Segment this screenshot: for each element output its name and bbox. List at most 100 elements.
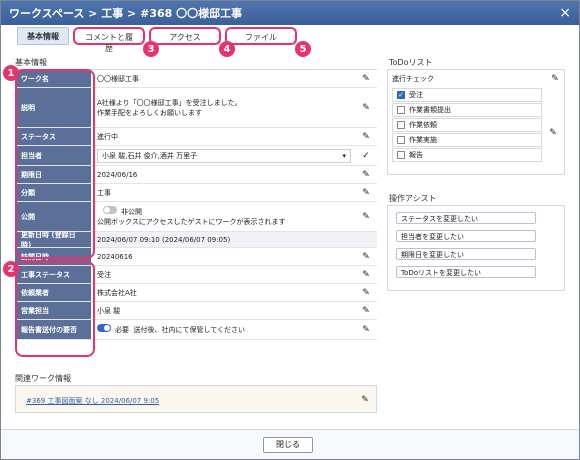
todo-item[interactable]: 報告 bbox=[392, 148, 542, 162]
todo-item[interactable]: ✓ 受注 bbox=[392, 88, 542, 102]
titlebar: ワークスペース > 工事 > #368 〇〇様邸工事 × bbox=[1, 1, 579, 25]
assist-heading: 操作アシスト bbox=[389, 194, 437, 203]
row-contractor: 依頼業者 株式会社A社 ✎ bbox=[15, 284, 377, 302]
badge-2: 2 bbox=[3, 261, 19, 277]
edit-icon[interactable]: ✎ bbox=[361, 270, 371, 280]
assist-button[interactable]: ステータスを変更したい bbox=[396, 212, 536, 224]
report-toggle[interactable] bbox=[97, 324, 111, 332]
todo-label: 受注 bbox=[409, 91, 423, 99]
todo-item[interactable]: 作業依頼 bbox=[392, 118, 542, 132]
value-work-name: 〇〇様邸工事 bbox=[97, 74, 139, 83]
row-work-name: ワーク名 〇〇様邸工事 ✎ bbox=[15, 70, 377, 88]
todo-label: 報告 bbox=[409, 151, 423, 159]
window-title: ワークスペース > 工事 > #368 〇〇様邸工事 bbox=[9, 7, 243, 20]
tab-comments[interactable]: コメントと履歴 bbox=[73, 27, 145, 53]
label-work-name: ワーク名 bbox=[15, 70, 91, 87]
public-note: 公開ボックスにアクセスしたゲストにワークが表示されます bbox=[97, 218, 286, 226]
chevron-down-icon: ▾ bbox=[342, 151, 346, 160]
value-due-date: 2024/06/16 bbox=[97, 170, 138, 179]
checkbox-icon[interactable] bbox=[397, 151, 405, 159]
tab-basic[interactable]: 基本情報 bbox=[17, 27, 69, 45]
edit-icon[interactable]: ✎ bbox=[548, 128, 558, 138]
row-description: 説明 A社様より「〇〇様邸工事」を受注しました。 作業手配をよろしくお願いします ✎ bbox=[15, 88, 377, 128]
tab-access[interactable]: アクセス bbox=[149, 27, 221, 45]
assignee-select[interactable]: 小泉 駿,石井 俊介,酒井 万里子 ▾ bbox=[97, 148, 351, 163]
edit-icon[interactable]: ✎ bbox=[361, 188, 371, 198]
row-status: ステータス 進行中 ✎ bbox=[15, 128, 377, 146]
label-category: 分類 bbox=[15, 184, 91, 201]
badge-4: 4 bbox=[219, 41, 235, 57]
value-public: 非公開 bbox=[121, 208, 142, 216]
badge-1: 1 bbox=[3, 65, 19, 81]
label-status: ステータス bbox=[15, 128, 91, 145]
related-link[interactable]: #369 工事図面案 なし 2024/06/07 9:05 bbox=[26, 396, 159, 406]
value-description-2: 作業手配をよろしくお願いします bbox=[97, 108, 202, 117]
assist-button[interactable]: 期限日を変更したい bbox=[396, 248, 536, 260]
label-construction-status: 工事ステータス bbox=[15, 266, 91, 283]
assist-panel: ステータスを変更したい 担当者を変更したい 期限日を変更したい ToDoリストを… bbox=[387, 205, 565, 291]
edit-icon[interactable]: ✎ bbox=[361, 170, 371, 180]
edit-icon[interactable]: ✎ bbox=[361, 306, 371, 316]
row-due-date: 期限日 2024/06/16 ✎ bbox=[15, 166, 377, 184]
todo-item[interactable]: 作業実施 bbox=[392, 133, 542, 147]
checkbox-icon[interactable] bbox=[397, 136, 405, 144]
row-updated: 更新日時 (登録日時) 2024/06/07 09:10 (2024/06/07… bbox=[15, 231, 377, 249]
related-heading: 関連ワーク情報 bbox=[15, 374, 71, 383]
edit-icon[interactable]: ✎ bbox=[361, 74, 371, 84]
row-visit-date: 訪問日時 20240616 ✎ bbox=[15, 248, 377, 266]
badge-5: 5 bbox=[295, 41, 311, 57]
edit-icon[interactable]: ✎ bbox=[550, 74, 560, 84]
work-detail-window: ワークスペース > 工事 > #368 〇〇様邸工事 × 基本情報 コメントと履… bbox=[0, 0, 580, 460]
tab-files[interactable]: ファイル bbox=[225, 27, 297, 45]
basic-heading: 基本情報 bbox=[15, 58, 47, 67]
edit-icon[interactable]: ✎ bbox=[361, 103, 371, 113]
value-contractor: 株式会社A社 bbox=[97, 288, 137, 297]
todo-item[interactable]: 作業書類提出 bbox=[392, 103, 542, 117]
label-contractor: 依頼業者 bbox=[15, 284, 91, 301]
value-visit-date: 20240616 bbox=[97, 252, 133, 261]
close-icon[interactable]: × bbox=[559, 5, 571, 21]
basic-form: ワーク名 〇〇様邸工事 ✎ 説明 A社様より「〇〇様邸工事」を受注しました。 作業手… bbox=[15, 69, 377, 340]
edit-icon[interactable]: ✎ bbox=[361, 252, 371, 262]
public-toggle[interactable] bbox=[103, 206, 117, 214]
label-visit-date: 訪問日時 bbox=[15, 248, 91, 265]
assist-button[interactable]: ToDoリストを変更したい bbox=[396, 266, 536, 278]
edit-icon[interactable]: ✎ bbox=[361, 132, 371, 142]
edit-icon[interactable]: ✎ bbox=[361, 212, 371, 222]
badge-3: 3 bbox=[143, 41, 159, 57]
value-description-1: A社様より「〇〇様邸工事」を受注しました。 bbox=[97, 98, 242, 107]
related-panel: #369 工事図面案 なし 2024/06/07 9:05 ✎ bbox=[15, 385, 377, 413]
row-category: 分類 工事 ✎ bbox=[15, 184, 377, 202]
todo-label: 作業依頼 bbox=[409, 121, 437, 129]
row-report-required: 報告書送付の要否 必要 送付後、社内にて保管してください ✎ bbox=[15, 320, 377, 340]
value-updated: 2024/06/07 09:10 (2024/06/07 09:05) bbox=[97, 235, 231, 244]
assist-button[interactable]: 担当者を変更したい bbox=[396, 230, 536, 242]
edit-icon[interactable]: ✎ bbox=[360, 395, 370, 405]
row-construction-status: 工事ステータス 受注 ✎ bbox=[15, 266, 377, 284]
label-due-date: 期限日 bbox=[15, 166, 91, 183]
label-sales-rep: 営業担当 bbox=[15, 302, 91, 319]
todo-panel: 進行チェック ✎ ✓ 受注 作業書類提出 作業依頼 作業実施 報告 ✎ bbox=[387, 69, 565, 175]
footer: 閉じる bbox=[1, 429, 579, 459]
assignee-value: 小泉 駿,石井 俊介,酒井 万里子 bbox=[102, 151, 198, 160]
row-sales-rep: 営業担当 小泉 駿 ✎ bbox=[15, 302, 377, 320]
label-description: 説明 bbox=[15, 88, 91, 127]
edit-icon[interactable]: ✎ bbox=[361, 325, 371, 335]
todo-group: 進行チェック bbox=[392, 75, 434, 83]
check-icon[interactable]: ✓ bbox=[361, 151, 371, 161]
value-report-note: 送付後、社内にて保管してください bbox=[133, 326, 246, 334]
checkbox-checked-icon[interactable]: ✓ bbox=[397, 91, 405, 99]
checkbox-icon[interactable] bbox=[397, 121, 405, 129]
todo-heading: ToDoリスト bbox=[389, 58, 433, 67]
label-public: 公開 bbox=[15, 202, 91, 231]
todo-label: 作業書類提出 bbox=[409, 106, 451, 114]
edit-icon[interactable]: ✎ bbox=[361, 288, 371, 298]
label-report-required: 報告書送付の要否 bbox=[15, 320, 91, 339]
row-assignee: 担当者 小泉 駿,石井 俊介,酒井 万里子 ▾ ✓ bbox=[15, 146, 377, 166]
value-status: 進行中 bbox=[97, 132, 118, 141]
value-category: 工事 bbox=[97, 188, 111, 197]
value-sales-rep: 小泉 駿 bbox=[97, 306, 121, 315]
close-button[interactable]: 閉じる bbox=[263, 437, 313, 453]
checkbox-icon[interactable] bbox=[397, 106, 405, 114]
row-public: 公開 非公開公開ボックスにアクセスしたゲストにワークが表示されます ✎ bbox=[15, 202, 377, 232]
